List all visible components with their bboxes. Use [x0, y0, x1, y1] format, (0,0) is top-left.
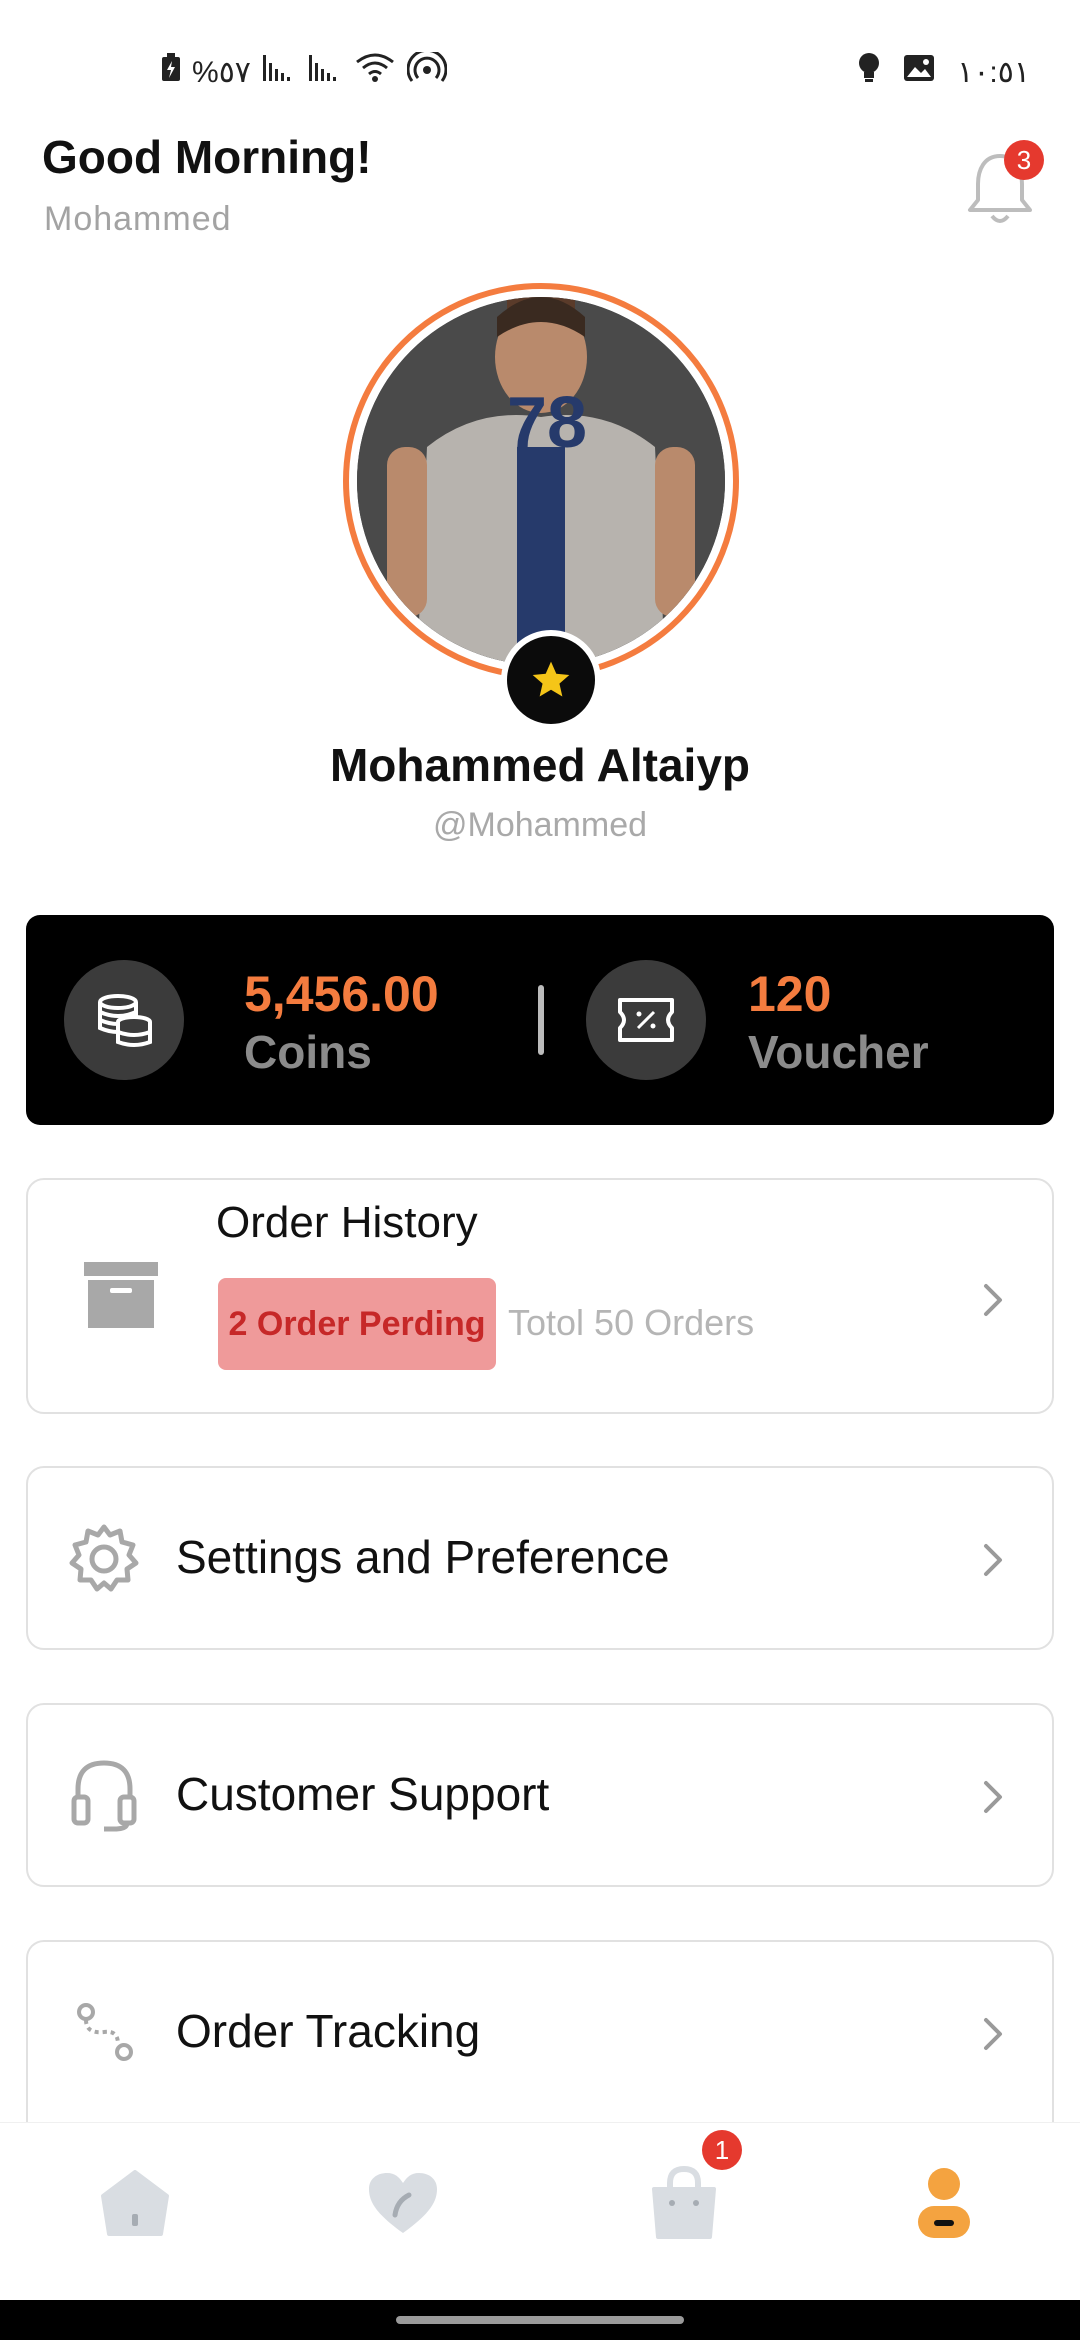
order-tracking-label: Order Tracking [176, 2005, 481, 2057]
coins-stat[interactable] [64, 960, 184, 1080]
status-bar: %٥٧ ١٠:٥١ [0, 0, 1080, 130]
user-icon [918, 2168, 970, 2238]
battery-charging-icon [160, 53, 182, 91]
image-icon [903, 54, 935, 90]
customer-support-card[interactable]: Customer Support [26, 1703, 1054, 1887]
stats-card: 5,456.00 Coins 120 Voucher [26, 915, 1054, 1125]
chevron-right-icon [984, 1544, 1002, 1576]
bulb-icon [857, 52, 881, 92]
archive-box-icon [84, 1262, 158, 1328]
nav-home[interactable] [85, 2153, 185, 2253]
home-icon [101, 2170, 169, 2236]
greeting-title: Good Morning! [42, 131, 372, 183]
battery-percent: %٥٧ [192, 55, 251, 89]
cart-badge: 1 [702, 2130, 742, 2170]
chevron-right-icon [984, 1781, 1002, 1813]
svg-text:78: 78 [507, 383, 587, 463]
settings-card[interactable]: Settings and Preference [26, 1466, 1054, 1650]
signal-icon [261, 53, 297, 91]
voucher-value: 120 [748, 966, 832, 1022]
profile-name: Mohammed Altaiyp [329, 739, 751, 791]
home-indicator[interactable] [396, 2316, 684, 2324]
voucher-stat[interactable] [586, 960, 706, 1080]
signal-icon-2 [307, 53, 343, 91]
status-left: %٥٧ [160, 48, 448, 92]
profile-handle: @Mohammed [432, 806, 648, 844]
route-icon [77, 2003, 133, 2061]
status-right: ١٠:٥١ [857, 52, 1030, 92]
star-badge [501, 630, 601, 730]
pending-orders-badge: 2 Order Perding [218, 1278, 496, 1370]
star-icon [532, 661, 570, 697]
coins-label: Coins [244, 1026, 372, 1078]
nav-profile[interactable] [894, 2153, 994, 2253]
total-orders-text: Totol 50 Orders [508, 1302, 755, 1343]
avatar-image: 78 [357, 297, 725, 665]
order-tracking-card[interactable]: Order Tracking [26, 1940, 1054, 2124]
wifi-icon [353, 52, 397, 92]
shopping-bag-icon [652, 2165, 716, 2239]
customer-support-label: Customer Support [176, 1768, 550, 1820]
avatar[interactable]: 78 [357, 297, 725, 665]
bottom-nav [0, 2122, 1080, 2300]
nav-favorites[interactable] [353, 2153, 453, 2253]
order-history-title: Order History [216, 1198, 478, 1247]
voucher-icon [618, 998, 674, 1042]
chevron-right-icon [984, 2018, 1002, 2050]
order-history-card[interactable]: Order History 2 Order Perding Totol 50 O… [26, 1178, 1054, 1414]
hotspot-icon [406, 48, 448, 92]
coins-value: 5,456.00 [244, 966, 439, 1022]
notification-badge: 3 [1004, 140, 1044, 180]
settings-label: Settings and Preference [176, 1531, 670, 1583]
heart-icon [369, 2173, 437, 2233]
status-time: ١٠:٥١ [957, 55, 1030, 89]
chevron-right-icon [984, 1284, 1002, 1316]
gear-icon [69, 1524, 139, 1592]
headset-icon [71, 1760, 137, 1832]
stats-divider [538, 985, 544, 1055]
greeting-username: Mohammed [44, 200, 232, 238]
coins-icon [98, 994, 152, 1047]
voucher-label: Voucher [748, 1026, 929, 1078]
